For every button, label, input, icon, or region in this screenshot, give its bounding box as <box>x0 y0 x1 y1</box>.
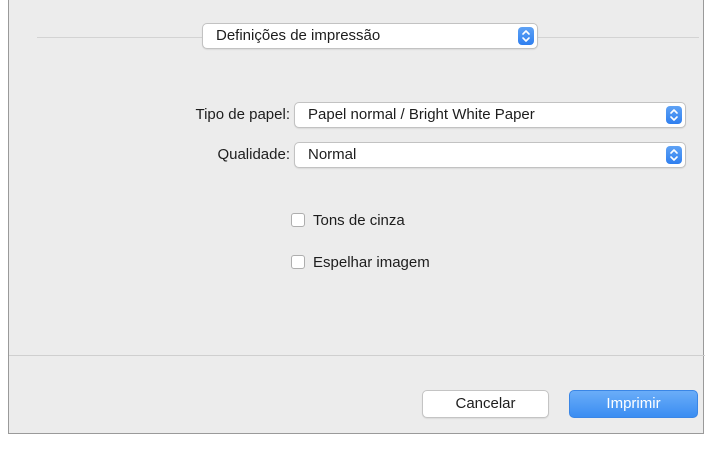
popup-stepper-icon <box>666 146 682 164</box>
print-button[interactable]: Imprimir <box>569 390 698 418</box>
mirror-image-checkbox-row[interactable]: Espelhar imagem <box>291 253 511 273</box>
paper-type-popup[interactable]: Papel normal / Bright White Paper <box>294 102 686 128</box>
popup-stepper-icon <box>666 106 682 124</box>
quality-label: Qualidade: <box>217 146 290 163</box>
mirror-image-checkbox[interactable] <box>291 255 305 269</box>
quality-popup[interactable]: Normal <box>294 142 686 168</box>
quality-value: Normal <box>308 146 357 163</box>
paper-type-label: Tipo de papel: <box>195 106 290 123</box>
grayscale-checkbox-label[interactable]: Tons de cinza <box>313 211 405 231</box>
section-popup-value: Definições de impressão <box>216 27 381 44</box>
section-popup[interactable]: Definições de impressão <box>202 23 538 49</box>
mirror-image-checkbox-label[interactable]: Espelhar imagem <box>313 253 430 273</box>
popup-stepper-icon <box>518 27 534 45</box>
grayscale-checkbox[interactable] <box>291 213 305 227</box>
bottom-separator <box>9 355 705 356</box>
paper-type-value: Papel normal / Bright White Paper <box>308 106 535 123</box>
cancel-button[interactable]: Cancelar <box>422 390 549 418</box>
print-dialog: Definições de impressão Tipo de papel: P… <box>8 0 705 434</box>
grayscale-checkbox-row[interactable]: Tons de cinza <box>291 211 491 231</box>
